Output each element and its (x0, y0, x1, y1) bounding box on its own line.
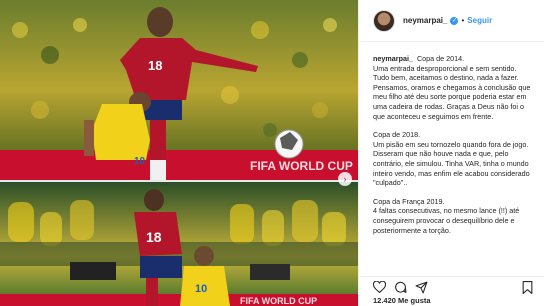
photo-2014: FIFA WORLD CUP 18 10 (0, 0, 358, 180)
caption-author[interactable]: neymarpai_ (373, 54, 413, 63)
comment-icon[interactable] (394, 281, 407, 294)
verified-badge-icon: ✓ (450, 16, 459, 25)
post-header: neymarpai_ ✓ • Seguir (359, 0, 544, 42)
caption-paragraph: Copa de 2018. Um pisão em seu tornozelo … (373, 130, 530, 188)
post-sidebar: neymarpai_ ✓ • Seguir neymarpai_ Copa de… (358, 0, 544, 306)
share-icon[interactable] (415, 281, 428, 294)
caption-paragraph: Copa da França 2019. 4 faltas consecutiv… (373, 196, 520, 235)
post-footer: 12.420 Me gusta (359, 276, 544, 306)
header-separator: • (461, 16, 465, 25)
board-text-bottom: FIFA WORLD CUP (240, 296, 317, 306)
header-username[interactable]: neymarpai_ (403, 16, 447, 25)
chevron-right-icon: › (343, 174, 347, 184)
avatar[interactable] (373, 9, 395, 32)
caption-paragraph: neymarpai_ Copa de 2014. Uma entrada des… (373, 54, 534, 121)
next-slide-button[interactable]: › (338, 172, 352, 186)
top-red-jersey-number: 18 (148, 58, 162, 73)
bottom-yellow-jersey-number: 10 (195, 283, 207, 295)
post-media[interactable]: FIFA WORLD CUP 18 10 FIFA WORLD CUP 18 1… (0, 0, 358, 306)
photo-2018: FIFA WORLD CUP 18 10 (0, 182, 358, 306)
likes-count[interactable]: 12.420 Me gusta (373, 296, 534, 305)
follow-button[interactable]: Seguir (467, 16, 492, 25)
instagram-post: FIFA WORLD CUP 18 10 FIFA WORLD CUP 18 1… (0, 0, 544, 306)
bottom-red-jersey-number: 18 (146, 229, 162, 245)
top-yellow-jersey-number: 10 (134, 156, 146, 167)
post-caption: neymarpai_ Copa de 2014. Uma entrada des… (359, 42, 544, 276)
caption-fade (359, 262, 544, 276)
caption-text: Copa de 2014. Uma entrada desproporciona… (373, 54, 531, 121)
action-bar (373, 280, 534, 294)
board-text-top: FIFA WORLD CUP (250, 159, 353, 173)
bookmark-icon[interactable] (521, 280, 534, 294)
heart-icon[interactable] (373, 281, 386, 294)
